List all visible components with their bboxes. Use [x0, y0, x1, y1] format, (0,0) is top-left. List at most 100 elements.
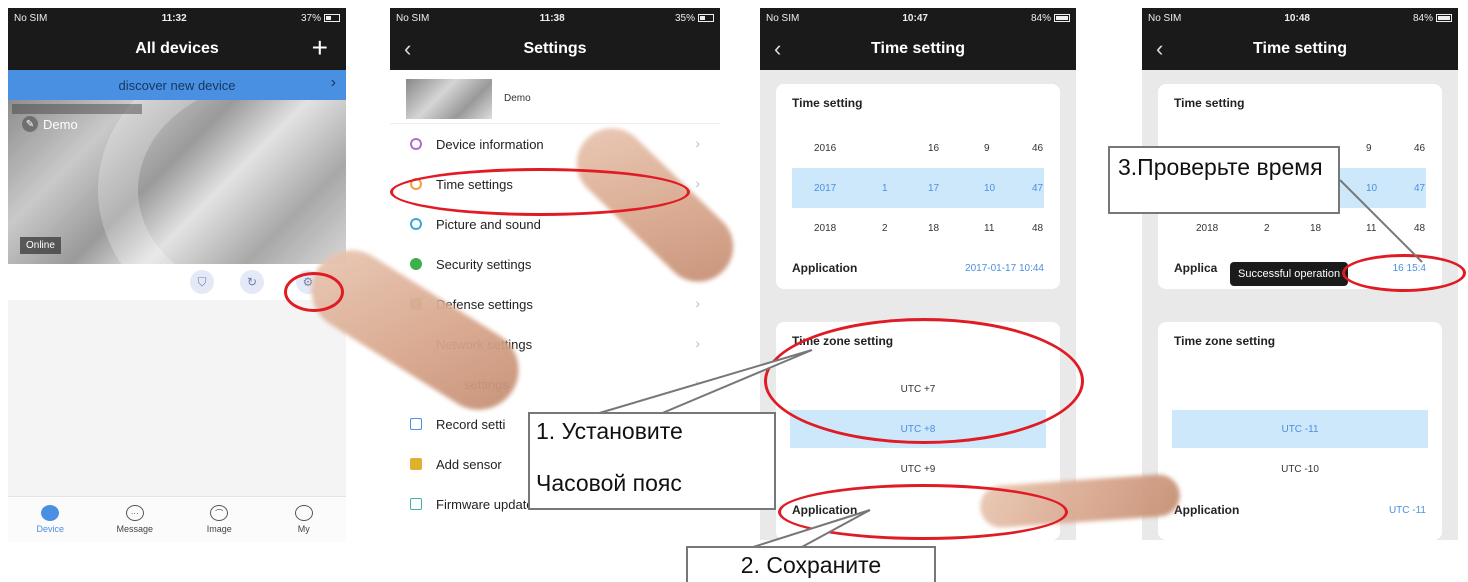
picker-minute: 46	[1032, 142, 1044, 154]
settings-item-label: Security settings	[436, 256, 532, 272]
battery-percent: 37%	[300, 12, 321, 24]
card-title: Time zone setting	[1174, 334, 1276, 348]
highlight-oval	[390, 168, 690, 216]
battery-indicator: 84%	[1413, 13, 1452, 24]
tab-device[interactable]: Device	[8, 497, 93, 542]
date-picker-row-selected[interactable]: 2017 1 17 10 47	[792, 168, 1044, 208]
picker-day: 17	[928, 182, 940, 194]
date-picker-row[interactable]: 2018 2 18 11 48	[792, 208, 1044, 248]
chevron-right-icon: ›	[695, 375, 700, 391]
nav-bar: ‹ Settings	[390, 28, 720, 70]
image-icon: ⌒	[210, 505, 229, 521]
online-badge: Online	[20, 237, 61, 254]
tz-application-row[interactable]: Application UTC -11	[1174, 498, 1426, 522]
step-3-callout: 3.Проверьте время	[1108, 146, 1340, 214]
date-picker-row[interactable]: 2018 2 18 11 48	[1174, 208, 1426, 248]
nav-bar: All devices +	[8, 28, 346, 70]
carrier-label: No SIM	[766, 12, 800, 24]
picker-hour: 11	[984, 222, 995, 234]
picker-hour: 9	[1366, 142, 1372, 154]
picker-day: 18	[928, 222, 940, 234]
highlight-oval	[1342, 254, 1466, 292]
highlight-oval	[764, 318, 1084, 444]
application-value: 2017-01-17 10:44	[965, 262, 1044, 274]
page-title: Time setting	[871, 40, 965, 57]
sensor-icon	[410, 458, 422, 470]
tab-message[interactable]: ··· Message	[93, 497, 178, 542]
record-icon	[410, 418, 422, 430]
card-title: Time setting	[792, 96, 863, 110]
add-device-icon[interactable]: +	[312, 32, 328, 64]
picker-year: 2017	[814, 182, 837, 194]
page-title: Settings	[523, 40, 587, 57]
picker-hour: 10	[1366, 182, 1378, 194]
date-picker-row[interactable]: 2016 16 9 46	[792, 128, 1044, 168]
card-title: Time setting	[1174, 96, 1245, 110]
tz-application-label: Application	[1174, 503, 1240, 517]
device-thumbnail	[406, 78, 492, 119]
status-bar: No SIM 11:32 37%	[8, 8, 346, 28]
discover-device-banner[interactable]: discover new device ›	[8, 70, 346, 100]
battery-percent: 35%	[674, 12, 695, 24]
step-2-callout: 2. Сохраните	[686, 546, 936, 582]
back-icon[interactable]: ‹	[404, 36, 411, 62]
battery-indicator: 35%	[675, 13, 714, 24]
battery-indicator: 37%	[301, 13, 340, 24]
back-icon[interactable]: ‹	[1156, 36, 1163, 62]
tab-bar: Device ··· Message ⌒ Image My	[8, 496, 346, 542]
battery-percent: 84%	[1412, 12, 1433, 24]
tab-image[interactable]: ⌒ Image	[177, 497, 262, 542]
device-header: Demo	[390, 74, 720, 124]
settings-item-label: Firmware update	[436, 496, 534, 512]
step-1-line-1: 1. Установите	[536, 418, 683, 444]
settings-item-label: Add sensor	[436, 456, 502, 472]
picker-minute: 48	[1414, 222, 1426, 234]
battery-icon	[323, 13, 340, 22]
discover-label: discover new device	[118, 77, 236, 93]
tab-my[interactable]: My	[262, 497, 347, 542]
timezone-option[interactable]: UTC -10	[1172, 450, 1428, 488]
carrier-label: No SIM	[14, 12, 48, 24]
tab-label: Message	[116, 524, 154, 534]
battery-icon	[1436, 13, 1452, 22]
device-name-label: Demo	[43, 116, 78, 132]
picker-hour: 9	[984, 142, 990, 154]
application-label: Applica	[1174, 261, 1218, 275]
settings-item-device-information[interactable]: Device information ›	[390, 124, 720, 164]
timezone-option-selected[interactable]: UTC -11	[1172, 410, 1428, 448]
picker-minute: 46	[1414, 142, 1426, 154]
camera-icon	[41, 505, 60, 521]
security-icon	[410, 258, 422, 270]
camera-preview[interactable]: ✎ Demo Online	[8, 100, 346, 264]
back-icon[interactable]: ‹	[774, 36, 781, 62]
playback-icon[interactable]: ↻	[240, 270, 264, 294]
page-title: All devices	[135, 40, 219, 57]
timezone-option[interactable]: UTC +9	[790, 450, 1046, 488]
time-setting-screen-1: No SIM 10:47 84% ‹ Time setting Time set…	[760, 8, 1076, 540]
highlight-oval	[778, 484, 1068, 540]
edit-icon[interactable]: ✎	[22, 116, 38, 132]
status-bar: No SIM 11:38 35%	[390, 8, 720, 28]
picker-minute: 47	[1414, 182, 1426, 194]
application-row[interactable]: Application 2017-01-17 10:44	[792, 256, 1044, 280]
picker-month: 2	[882, 222, 888, 234]
shield-icon[interactable]: ⛉	[190, 270, 214, 294]
settings-item-label: Picture and sound	[436, 216, 541, 232]
camera-icon	[410, 218, 422, 230]
picker-month: 1	[882, 182, 888, 194]
picker-month: 2	[1264, 222, 1270, 234]
nav-bar: ‹ Time setting	[760, 28, 1076, 70]
firmware-icon	[410, 498, 422, 510]
settings-item-label: Device information	[436, 136, 544, 152]
picker-hour: 11	[1366, 222, 1377, 234]
chevron-right-icon: ›	[695, 335, 700, 351]
tab-label: My	[297, 524, 310, 534]
status-bar: No SIM 10:48 84%	[1142, 8, 1458, 28]
tz-application-value: UTC -11	[1388, 504, 1426, 516]
picker-hour: 10	[984, 182, 996, 194]
picker-minute: 47	[1032, 182, 1044, 194]
step-1-callout: 1. Установите Часовой пояс	[528, 412, 776, 510]
page-title: Time setting	[1253, 40, 1347, 57]
time-zone-card: Time zone setting UTC -11 UTC -10 Applic…	[1158, 322, 1442, 540]
camera-device-name[interactable]: ✎ Demo	[22, 116, 78, 132]
